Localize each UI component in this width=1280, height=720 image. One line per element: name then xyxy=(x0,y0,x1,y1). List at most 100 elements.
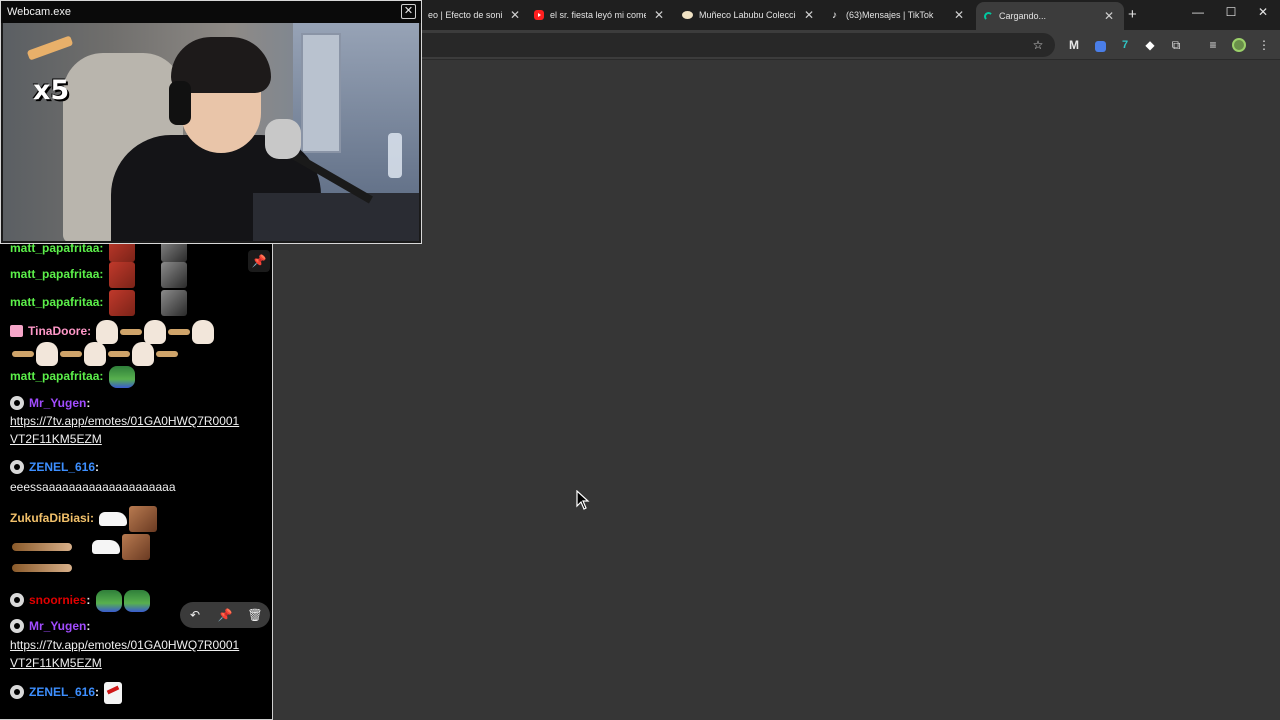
chat-username[interactable]: ZukufaDiBiasi xyxy=(10,511,90,525)
tab-sr-fiesta[interactable]: el sr. fiesta leyó mi comen ✕ xyxy=(526,4,674,26)
extensions-puzzle-icon[interactable]: ⧉ xyxy=(1168,37,1184,53)
tab-close-icon[interactable]: ✕ xyxy=(1102,9,1116,23)
tab-close-icon[interactable]: ✕ xyxy=(652,8,666,22)
pin-chat-button[interactable]: 📌 xyxy=(248,250,270,272)
tab-title: el sr. fiesta leyó mi comen xyxy=(550,10,646,20)
chat-link-text[interactable]: https://7tv.app/emotes/01GA0HWQ7R0001 xyxy=(10,414,239,428)
bookmark-star-icon[interactable]: ☆ xyxy=(1030,37,1046,53)
chat-message: matt_papafritaa: xyxy=(10,244,187,262)
tiktok-icon: ♪ xyxy=(832,10,837,21)
chat-message: TinaDoore: xyxy=(10,320,215,344)
extension-m-icon[interactable]: M xyxy=(1066,37,1082,53)
emote-bunny xyxy=(84,342,106,366)
chat-username[interactable]: ZENEL_616 xyxy=(29,460,95,474)
emote-stick xyxy=(156,351,178,357)
chat-link[interactable]: https://7tv.app/emotes/01GA0HWQ7R0001 xyxy=(10,412,239,430)
address-bar[interactable] xyxy=(320,33,1055,57)
trash-icon[interactable]: 🗑 xyxy=(246,608,264,622)
chat-link[interactable]: VT2F11KM5EZM xyxy=(10,430,102,448)
user-badge-icon xyxy=(10,396,24,410)
chat-message: Mr_Yugen: xyxy=(10,394,90,412)
colon: : xyxy=(95,685,100,700)
gift-badge-icon xyxy=(10,325,23,338)
water-bottle xyxy=(388,133,402,178)
chat-username[interactable]: matt_papafritaa xyxy=(10,369,99,383)
pin-icon[interactable]: 📌 xyxy=(216,608,234,622)
chat-link[interactable]: https://7tv.app/emotes/01GA0HWQ7R0001 xyxy=(10,636,239,654)
user-badge-icon xyxy=(10,593,24,608)
chat-link[interactable]: VT2F11KM5EZM xyxy=(10,654,102,672)
user-badge-icon xyxy=(10,460,24,474)
colon: : xyxy=(99,295,104,310)
tab-close-icon[interactable]: ✕ xyxy=(952,8,966,22)
menu-kebab-icon[interactable]: ⋮ xyxy=(1256,37,1272,53)
emote-bunny xyxy=(96,320,119,344)
chat-message: ZENEL_616: xyxy=(10,682,123,704)
tab-sound-effect[interactable]: eo | Efecto de sonid ✕ xyxy=(420,4,530,26)
emote-dog xyxy=(122,534,150,560)
emote-dark xyxy=(160,262,187,288)
minimize-button[interactable]: — xyxy=(1188,5,1208,19)
colon: : xyxy=(86,396,91,410)
chat-link-text[interactable]: VT2F11KM5EZM xyxy=(10,656,102,670)
maximize-button[interactable]: ☐ xyxy=(1221,5,1241,19)
close-window-button[interactable]: ✕ xyxy=(1253,5,1273,19)
tab-close-icon[interactable]: ✕ xyxy=(802,8,816,22)
colon: : xyxy=(99,369,104,384)
headset xyxy=(169,81,191,125)
tab-labubu[interactable]: Muñeco Labubu Coleccion ✕ xyxy=(674,4,824,26)
profile-avatar[interactable] xyxy=(1231,37,1247,53)
media-controls-icon[interactable]: ≡ xyxy=(1205,37,1221,53)
chat-username[interactable]: matt_papafritaa xyxy=(10,267,99,281)
7tv-extension-icon[interactable]: 7 xyxy=(1117,37,1133,53)
chat-username[interactable]: TinaDoore xyxy=(28,324,87,338)
mouse-cursor-icon xyxy=(576,490,590,510)
chat-message-emotes xyxy=(10,558,72,576)
microphone xyxy=(265,119,301,159)
emote-bunny xyxy=(36,342,58,366)
tab-loading[interactable]: Cargando... ✕ xyxy=(976,2,1124,30)
loading-icon xyxy=(984,11,993,21)
chat-message: ZukufaDiBiasi: xyxy=(10,506,158,532)
emote-shoe xyxy=(99,512,128,526)
emote-dark xyxy=(160,244,187,262)
chat-username[interactable]: matt_papafritaa xyxy=(10,295,99,309)
webcam-window: Webcam.exe ✕ x5 xyxy=(0,0,422,244)
chat-username[interactable]: matt_papafritaa xyxy=(10,244,99,255)
chat-message: Mr_Yugen: xyxy=(10,617,90,635)
emote-shoe xyxy=(92,540,120,554)
shop-icon xyxy=(682,11,693,19)
youtube-icon xyxy=(534,10,544,20)
chat-message-emotes xyxy=(10,534,150,560)
diamond-extension-icon[interactable]: ◆ xyxy=(1142,37,1158,53)
chat-link-text[interactable]: https://7tv.app/emotes/01GA0HWQ7R0001 xyxy=(10,638,239,652)
undo-icon[interactable]: ↶ xyxy=(186,608,204,622)
tab-tiktok[interactable]: ♪ (63)Mensajes | TikTok ✕ xyxy=(824,4,974,26)
emote-dark xyxy=(160,290,187,316)
emote-frog xyxy=(95,590,122,612)
tab-close-icon[interactable]: ✕ xyxy=(508,8,522,22)
screen: eo | Efecto de sonid ✕ el sr. fiesta ley… xyxy=(0,0,1280,720)
translate-extension-icon[interactable] xyxy=(1092,37,1108,53)
colon: : xyxy=(86,593,91,608)
webcam-title: Webcam.exe xyxy=(7,6,71,18)
chat-message: ZENEL_616: xyxy=(10,458,99,476)
emote-stick xyxy=(120,329,143,335)
webcam-titlebar[interactable]: Webcam.exe ✕ xyxy=(1,1,421,23)
emote-stick xyxy=(168,329,191,335)
chat-username[interactable]: ZENEL_616 xyxy=(29,685,95,699)
tab-title: Muñeco Labubu Coleccion xyxy=(699,10,796,20)
chat-username[interactable]: Mr_Yugen xyxy=(29,396,86,410)
colon: : xyxy=(95,460,100,474)
chat-message-text: eeessaaaaaaaaaaaaaaaaaaaa xyxy=(10,478,176,496)
webcam-close-button[interactable]: ✕ xyxy=(401,4,416,19)
new-tab-button[interactable]: + xyxy=(1128,6,1137,23)
colon: : xyxy=(99,244,104,256)
chat-text: eeessaaaaaaaaaaaaaaaaaaaa xyxy=(10,480,176,494)
chat-link-text[interactable]: VT2F11KM5EZM xyxy=(10,432,102,446)
chat-username[interactable]: snoornies xyxy=(29,593,86,607)
tab-title: (63)Mensajes | TikTok xyxy=(846,10,934,20)
chat-username[interactable]: Mr_Yugen xyxy=(29,619,86,633)
chat-message: snoornies: xyxy=(10,590,150,612)
emote-face xyxy=(108,290,135,316)
